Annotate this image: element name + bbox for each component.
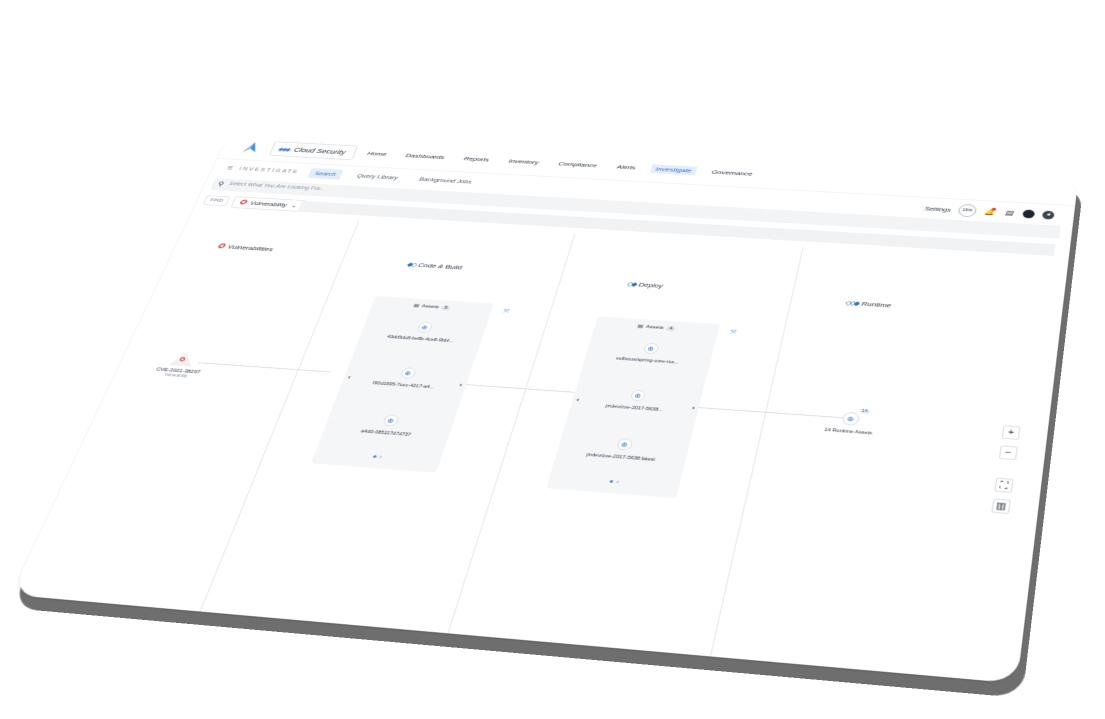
nav-investigate[interactable]: Investigate [649,164,698,176]
asset-node[interactable]: ⊕ vulfocus/spring-core-rce... [585,339,714,367]
cve-node[interactable]: ✪ CVE-2021-38297 Vulnerability [153,351,208,379]
tab-search[interactable]: Search [307,167,344,180]
search-icon: ⚲ [216,180,226,188]
asset-label: jrrdev/cve-2017-5638... [605,403,664,413]
pager-dots[interactable] [608,479,620,484]
database-icon: ▤ [412,303,420,309]
fit-screen-button[interactable]: ⛶ [994,477,1014,493]
asset-icon: ⊕ [615,437,634,451]
stage-label: Runtime [860,300,892,309]
progress-indicator[interactable]: 19% [957,203,978,218]
search-placeholder: Select What You Are Looking For... [227,181,326,192]
vulnerability-icon: ✪ [238,198,248,206]
panel-header: ▤ Assets 4 [636,324,677,332]
deploy-panel: ▤ Assets 4 ⤧ ⊕ vulfocus/spring-core-rce.… [546,316,737,499]
nav-governance[interactable]: Governance [706,167,758,178]
runtime-icon: ◇◇◆ [844,299,859,307]
bell-icon[interactable]: 🔔 [983,207,996,216]
product-name: Cloud Security [292,146,347,156]
app-window: ◈◈◈ Cloud Security Home Dashboards Repor… [10,133,1079,684]
panel-title: Assets [420,303,440,310]
asset-icon: ⊕ 14 [841,408,871,426]
stage-runtime: ◇◇◆ Runtime [844,299,891,309]
panel-header: ▤ Assets 6 [413,303,452,311]
graph-edge [197,362,332,373]
nav-alerts[interactable]: Alerts [611,162,642,172]
chevron-down-icon: ⌄ [290,201,299,209]
graph-edge [466,384,575,393]
asset-node[interactable]: ⊕ f90d1695-7cec-4217-a4... [342,363,471,392]
zoom-in-button[interactable]: + [1001,425,1021,440]
graph-edge [698,407,843,419]
panel-title: Assets [645,324,665,331]
book-icon[interactable]: ▤ [1003,208,1016,217]
code-build-icon: ◆◇ [405,261,416,268]
find-label: FIND [202,195,231,207]
tab-query-library[interactable]: Query Library [350,170,405,183]
asset-icon: ⊕ [642,342,660,355]
section-label: INVESTIGATE [238,166,300,175]
nav-home[interactable]: Home [361,149,392,159]
asset-count-badge: 4 [665,325,677,331]
asset-icon: ⊕ [629,389,647,402]
expand-icon[interactable]: ⤧ [729,330,737,336]
gear-icon[interactable]: ✱ [1041,210,1055,220]
nav-dashboards[interactable]: Dashboards [400,151,451,162]
nav-compliance[interactable]: Compliance [552,159,602,170]
expand-icon[interactable]: ⤧ [502,309,509,315]
asset-node[interactable]: ⊕ a4d0-085117d7d737 [323,410,454,440]
stage-deploy: ◇◆ Deploy [626,281,664,290]
asset-label: jrrdev/cve-2017-5638:latest [585,452,656,463]
asset-label: 43dd5dc8-be8b-4ce8-9bbf... [386,334,455,344]
entity-select-value: Vulnerability [249,199,289,208]
brand-logo-icon[interactable] [239,140,262,154]
asset-icon: ⊕ [415,321,434,333]
cve-triangle-icon: ✪ [169,351,198,367]
asset-label: a4d0-085117d7d737 [360,429,412,438]
asset-node[interactable]: ⊕ jrrdev/cve-2017-5638:latest [556,434,690,465]
column-divider [709,247,804,657]
vulnerability-icon: ✪ [216,242,227,250]
graph-controls: + − ⛶ ▥ [991,425,1021,514]
asset-icon: ⊕ [381,414,400,427]
section-title: ☰ INVESTIGATE [226,165,300,175]
asset-label: vulfocus/spring-core-rce... [615,356,680,366]
nav-inventory[interactable]: Inventory [503,156,545,167]
database-icon: ▤ [636,324,644,330]
settings-link[interactable]: Settings [924,205,951,213]
avatar[interactable] [1022,209,1036,219]
asset-node[interactable]: ⊕ jrrdev/cve-2017-5638... [571,386,703,416]
tab-background-jobs[interactable]: Background Jobs [412,174,479,188]
entity-select[interactable]: ✪ Vulnerability ⌄ [230,195,306,212]
runtime-assets-label: 14 Runtime Assets [823,427,873,437]
asset-label: f90d1695-7cec-4217-a4... [371,380,435,391]
minimap-button[interactable]: ▥ [991,498,1011,514]
stage-label: Deploy [637,281,664,290]
stage-vulnerabilities: ✪ Vulnerabilities [216,242,275,253]
cloud-stack-icon: ◈◈◈ [276,145,291,153]
product-switcher[interactable]: ◈◈◈ Cloud Security [268,141,359,161]
pager-dots[interactable] [372,455,383,459]
stage-label: Vulnerabilities [226,243,275,253]
stage-code-build: ◆◇ Code & Build [406,261,463,271]
asset-icon: ⊕ [399,367,417,379]
stage-label: Code & Build [417,261,464,271]
asset-count-badge: 6 [440,305,452,311]
column-divider [447,233,576,634]
zoom-out-button[interactable]: − [998,445,1018,461]
investigate-icon: ☰ [226,165,236,171]
runtime-count-badge: 14 [858,408,871,415]
nav-reports[interactable]: Reports [458,154,495,164]
deploy-icon: ◇◆ [625,280,636,288]
runtime-assets-node[interactable]: ⊕ 14 14 Runtime Assets [823,408,876,437]
asset-node[interactable]: ⊕ 43dd5dc8-be8b-4ce8-9bbf... [360,318,487,346]
find-row: FIND ✪ Vulnerability ⌄ [202,194,306,212]
